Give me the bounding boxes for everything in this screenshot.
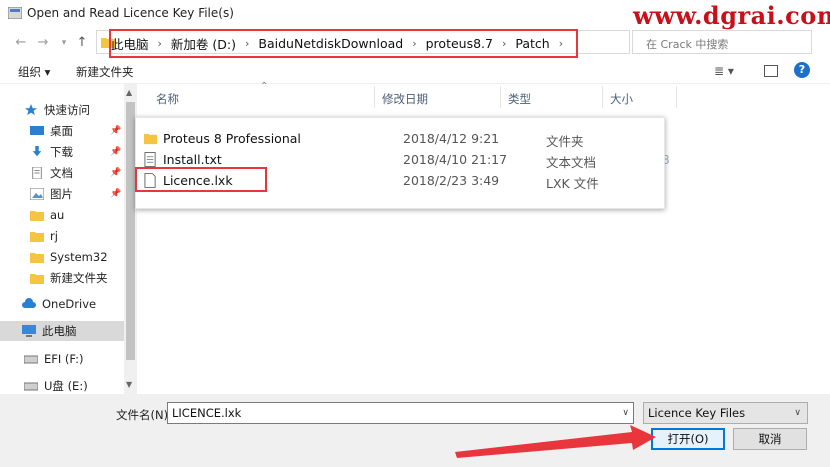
file-date: 2018/4/10 21:17: [403, 152, 508, 167]
sidebar-item-label: 文档: [50, 166, 73, 180]
chevron-down-icon[interactable]: ∨: [794, 408, 801, 418]
folder-icon: [30, 232, 44, 242]
drive-icon: [24, 382, 38, 391]
sidebar-item-onedrive[interactable]: OneDrive: [0, 294, 124, 314]
filename-label: 文件名(N):: [116, 408, 172, 422]
dialog-footer: 文件名(N): LICENCE.lxk ∨ Licence Key Files …: [0, 394, 830, 467]
sidebar-item-system32[interactable]: System32: [0, 247, 124, 267]
scroll-down-icon[interactable]: ▼: [126, 380, 132, 389]
sidebar-item-label: System32: [50, 250, 108, 264]
sidebar-item-label: 快速访问: [44, 103, 90, 117]
sort-up-icon: ⌃: [260, 81, 269, 92]
file-type: 文件夹: [546, 134, 584, 149]
picture-icon: [30, 188, 44, 200]
star-icon: [25, 104, 37, 116]
cancel-button[interactable]: 取消: [733, 428, 807, 450]
command-toolbar: 组织 ▾ 新建文件夹 ≣ ▾ ?: [0, 58, 830, 84]
column-header-modified[interactable]: 修改日期: [382, 91, 428, 107]
window-title: Open and Read Licence Key File(s): [27, 6, 234, 20]
column-divider[interactable]: [500, 86, 501, 108]
file-type: LXK 文件: [546, 176, 599, 191]
sidebar-item-label: 新建文件夹: [50, 271, 108, 285]
column-header-size[interactable]: 大小: [610, 91, 633, 107]
column-divider[interactable]: [374, 86, 375, 108]
column-headers: ⌃ 名称 修改日期 类型 大小: [138, 81, 828, 110]
sidebar-item-downloads[interactable]: 下载 📌: [0, 142, 124, 162]
drive-icon: [24, 355, 38, 364]
document-icon: [32, 167, 42, 179]
search-box[interactable]: 在 Crack 中搜索: [632, 30, 812, 54]
file-list: Proteus 8 Professional 2018/4/12 9:21 文件…: [135, 117, 665, 209]
sidebar-item-new-folder[interactable]: 新建文件夹: [0, 268, 124, 288]
sidebar-item-usb-drive[interactable]: U盘 (E:): [0, 376, 124, 396]
download-icon: [32, 146, 42, 157]
sidebar-item-this-pc[interactable]: 此电脑: [0, 321, 124, 341]
sidebar-item-label: OneDrive: [42, 297, 97, 311]
filename-value: LICENCE.lxk: [172, 406, 242, 420]
file-date: 2018/2/23 3:49: [403, 173, 500, 188]
title-bar: Open and Read Licence Key File(s) www.dg…: [0, 0, 830, 30]
scrollbar-thumb[interactable]: [126, 102, 135, 360]
folder-icon: [144, 133, 157, 145]
new-folder-button[interactable]: 新建文件夹: [76, 64, 134, 80]
desktop-icon: [30, 126, 44, 135]
file-date: 2018/4/12 9:21: [403, 131, 500, 146]
annotation-highlight-path: [109, 29, 578, 58]
column-header-name[interactable]: 名称: [156, 91, 179, 107]
navigation-pane: 快速访问 桌面 📌 下载 📌 文档 📌 图片 📌 au rj System32 …: [0, 92, 124, 393]
filetype-value: Licence Key Files: [648, 406, 746, 420]
filename-input[interactable]: LICENCE.lxk ∨: [167, 402, 634, 424]
folder-icon: [30, 253, 44, 263]
sidebar-item-label: EFI (F:): [44, 352, 84, 366]
watermark: www.dgrai.com: [633, 1, 830, 30]
sidebar-item-documents[interactable]: 文档 📌: [0, 163, 124, 183]
sidebar-item-label: 此电脑: [42, 324, 77, 338]
help-icon[interactable]: ?: [794, 62, 810, 78]
back-arrow-icon[interactable]: ←: [12, 34, 30, 52]
search-placeholder: 在 Crack 中搜索: [646, 38, 729, 51]
column-header-type[interactable]: 类型: [508, 91, 531, 107]
computer-icon: [22, 325, 36, 337]
sidebar-item-efi-drive[interactable]: EFI (F:): [0, 349, 124, 369]
preview-pane-icon[interactable]: [764, 65, 778, 77]
sidebar-item-pictures[interactable]: 图片 📌: [0, 184, 124, 204]
scroll-up-icon[interactable]: ▲: [126, 88, 132, 97]
pin-icon: 📌: [110, 189, 122, 199]
sidebar-item-label: 图片: [50, 187, 73, 201]
sidebar-item-label: rj: [50, 229, 58, 243]
pin-icon: 📌: [110, 168, 122, 178]
cloud-icon: [22, 298, 36, 308]
sidebar-item-rj[interactable]: rj: [0, 226, 124, 246]
sidebar-item-label: 下载: [50, 145, 73, 159]
filetype-select[interactable]: Licence Key Files ∨: [643, 402, 808, 424]
sidebar-item-label: U盘 (E:): [44, 379, 88, 393]
sidebar-item-desktop[interactable]: 桌面 📌: [0, 121, 124, 141]
column-divider[interactable]: [602, 86, 603, 108]
file-type: 文本文档: [546, 155, 597, 170]
folder-icon: [30, 274, 44, 284]
forward-arrow-icon[interactable]: →: [34, 34, 52, 52]
open-button[interactable]: 打开(O): [651, 428, 725, 450]
app-icon: [8, 7, 22, 19]
column-divider[interactable]: [676, 86, 677, 108]
pin-icon: 📌: [110, 126, 122, 136]
pin-icon: 📌: [110, 147, 122, 157]
file-name: Install.txt: [163, 152, 222, 167]
list-item[interactable]: Proteus 8 Professional 2018/4/12 9:21 文件…: [136, 128, 666, 149]
chevron-down-icon[interactable]: ∨: [622, 408, 629, 418]
sidebar-item-quick-access[interactable]: 快速访问: [0, 100, 124, 120]
annotation-highlight-file: [135, 167, 267, 192]
organize-menu[interactable]: 组织 ▾: [18, 64, 50, 80]
view-options-icon[interactable]: ≣ ▾: [714, 64, 734, 78]
sidebar-item-label: 桌面: [50, 124, 73, 138]
up-arrow-icon[interactable]: ↑: [73, 34, 91, 52]
sidebar-item-label: au: [50, 208, 65, 222]
folder-icon: [30, 211, 44, 221]
sidebar-item-au[interactable]: au: [0, 205, 124, 225]
text-file-icon: [144, 152, 156, 167]
recent-locations-chevron-icon[interactable]: ▾: [55, 34, 73, 52]
file-name: Proteus 8 Professional: [163, 131, 301, 146]
